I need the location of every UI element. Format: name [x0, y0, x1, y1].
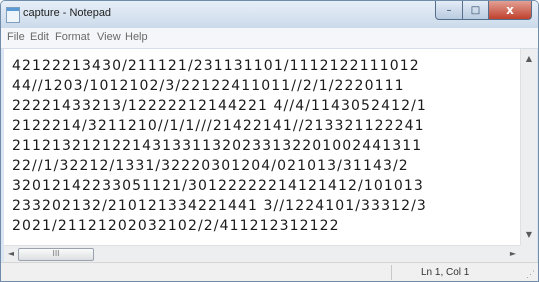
menu-format[interactable]: Format: [55, 31, 90, 43]
horizontal-scroll-thumb[interactable]: III: [18, 248, 94, 261]
text-line: 22221433213/12222212144221 4//4/11430524…: [12, 98, 427, 114]
menu-help[interactable]: Help: [125, 31, 148, 43]
resize-grip-icon[interactable]: ⋰: [526, 269, 535, 280]
text-editor[interactable]: 42122213430/211121/231131101/11121221110…: [4, 49, 520, 245]
caption-buttons: – □ x: [435, 1, 532, 20]
scroll-right-icon[interactable]: ►: [506, 246, 520, 262]
notepad-icon[interactable]: [6, 7, 20, 23]
scroll-up-icon[interactable]: ▲: [521, 51, 537, 67]
menu-bar: File Edit Format View Help: [1, 28, 538, 49]
cursor-position: Ln 1, Col 1: [421, 267, 470, 278]
text-line: 2112132121221431331132023313220100244131…: [12, 138, 423, 154]
maximize-icon: □: [470, 4, 481, 16]
window-title: capture - Notepad: [23, 7, 112, 19]
maximize-button[interactable]: □: [463, 1, 489, 20]
vertical-scrollbar[interactable]: ▲ ▼: [520, 49, 537, 245]
menu-view[interactable]: View: [97, 31, 121, 43]
text-line: 2021/21121202032102/2/411212312122: [12, 218, 340, 234]
menu-edit[interactable]: Edit: [30, 31, 49, 43]
minimize-icon: –: [446, 4, 452, 16]
status-divider: [391, 265, 392, 280]
scroll-corner: [520, 245, 537, 262]
close-button[interactable]: x: [489, 1, 532, 20]
text-line: 233202132/210121334221441 3//1224101/333…: [12, 198, 427, 214]
text-line: 32012142233051121/30122222214121412/1010…: [12, 178, 424, 194]
scroll-left-icon[interactable]: ◄: [4, 246, 18, 262]
text-line: 44//1203/1012102/3/22122411011//2/1/2220…: [12, 78, 405, 94]
minimize-button[interactable]: –: [435, 1, 463, 20]
text-line: 42122213430/211121/231131101/11121221110…: [12, 58, 420, 74]
text-content[interactable]: 42122213430/211121/231131101/11121221110…: [4, 49, 520, 245]
thumb-grip-icon: III: [52, 249, 60, 258]
notepad-window: capture - Notepad – □ x File Edit Format…: [0, 0, 539, 282]
horizontal-scrollbar[interactable]: ◄ III ►: [4, 245, 520, 262]
text-line: 2122214/3211210//1/1///21422141//2133211…: [12, 118, 425, 134]
status-bar: Ln 1, Col 1 ⋰: [1, 262, 538, 281]
menu-file[interactable]: File: [7, 31, 25, 43]
title-bar[interactable]: capture - Notepad – □ x: [1, 1, 538, 28]
scroll-down-icon[interactable]: ▼: [521, 227, 537, 243]
close-icon: x: [506, 3, 514, 17]
text-line: 22//1/32212/1331/32220301204/021013/3114…: [12, 158, 409, 174]
